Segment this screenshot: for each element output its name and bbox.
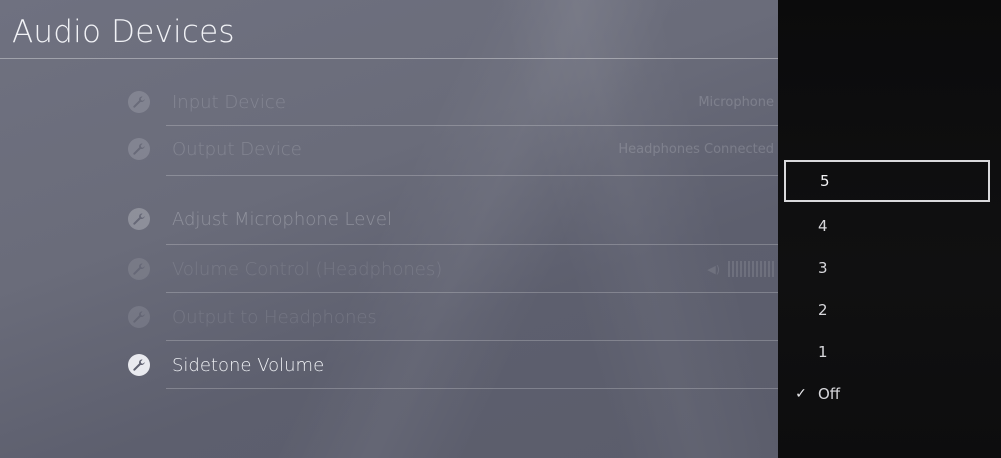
- menu-item-output-to-headphones[interactable]: Output to Headphones: [128, 294, 778, 340]
- option-1[interactable]: 1: [784, 331, 990, 373]
- option-label: 4: [818, 217, 828, 235]
- menu-item-value: Microphone: [698, 94, 774, 110]
- wrench-icon: [128, 354, 150, 376]
- row-divider: [166, 175, 778, 176]
- option-2[interactable]: 2: [784, 289, 990, 331]
- speaker-icon: ◀): [707, 262, 720, 276]
- menu-item-label: Volume Control (Headphones): [172, 258, 443, 280]
- page-title: Audio Devices: [12, 14, 235, 50]
- option-label: 1: [818, 343, 828, 361]
- menu-item-label: Output Device: [172, 138, 302, 160]
- volume-slider[interactable]: [728, 261, 774, 277]
- option-5[interactable]: 5: [784, 160, 990, 202]
- menu-item-adjust-microphone-level[interactable]: Adjust Microphone Level: [128, 196, 778, 242]
- sidetone-options-panel: 5 4 3 2 1 ✓ Off: [778, 0, 1001, 458]
- option-off[interactable]: ✓ Off: [784, 373, 990, 415]
- menu-item-label: Adjust Microphone Level: [172, 208, 392, 230]
- row-divider: [166, 292, 778, 293]
- menu-item-value: Headphones Connected: [618, 141, 774, 157]
- wrench-icon: [128, 138, 150, 160]
- option-label: 2: [818, 301, 828, 319]
- menu-item-output-device[interactable]: Output Device Headphones Connected: [128, 126, 778, 172]
- wrench-icon: [128, 306, 150, 328]
- option-3[interactable]: 3: [784, 247, 990, 289]
- menu-item-label: Output to Headphones: [172, 306, 377, 328]
- row-divider: [166, 340, 778, 341]
- wrench-icon: [128, 258, 150, 280]
- menu-item-volume-control-headphones[interactable]: Volume Control (Headphones) ◀): [128, 246, 778, 292]
- checkmark-icon: ✓: [795, 386, 807, 402]
- menu-item-label: Sidetone Volume: [172, 354, 325, 376]
- title-divider: [0, 58, 778, 59]
- wrench-icon: [128, 91, 150, 113]
- settings-menu: Audio Devices Input Device Microphone Ou…: [0, 0, 778, 458]
- menu-item-label: Input Device: [172, 91, 286, 113]
- wrench-icon: [128, 208, 150, 230]
- option-label: 3: [818, 259, 828, 277]
- option-4[interactable]: 4: [784, 205, 990, 247]
- row-divider: [166, 388, 778, 389]
- option-label: Off: [818, 385, 841, 403]
- menu-item-sidetone-volume[interactable]: Sidetone Volume: [128, 342, 778, 388]
- row-divider: [166, 244, 778, 245]
- option-label: 5: [820, 172, 830, 190]
- menu-item-input-device[interactable]: Input Device Microphone: [128, 79, 778, 125]
